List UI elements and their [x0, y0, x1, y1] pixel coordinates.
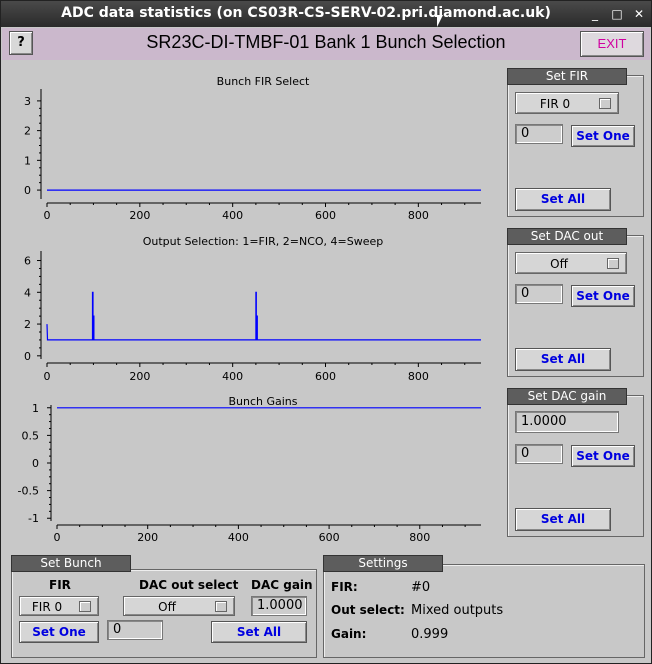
x-tick-label: 0 [54, 531, 61, 541]
set-bunch-fir-label: FIR [49, 578, 71, 592]
dac-out-set-all-button[interactable]: Set All [515, 348, 611, 371]
x-tick-label: 0 [44, 209, 51, 222]
bunch-dac-out-select-value: Off [158, 600, 176, 614]
dac-gain-entry[interactable]: 1.0000 [515, 411, 619, 433]
y-tick-label: -1 [28, 512, 39, 525]
menu-indicator-icon [607, 258, 619, 269]
dac-out-select-menu[interactable]: Off [515, 252, 627, 274]
bunch-set-one-button[interactable]: Set One [19, 621, 99, 643]
y-tick-label: 4 [24, 286, 31, 299]
plot-output-selection: Output Selection: 1=FIR, 2=NCO, 4=Sweep 0… [24, 235, 481, 383]
x-tick-label: 600 [319, 531, 340, 541]
bunch-number-entry[interactable]: 0 [107, 620, 163, 640]
y-tick-label: 1 [32, 402, 39, 415]
bunch-fir-select-menu[interactable]: FIR 0 [19, 596, 99, 616]
y-tick-label: 0 [24, 350, 31, 363]
y-tick-label: 3 [24, 95, 31, 108]
dac-gain-set-one-button[interactable]: Set One [571, 445, 635, 467]
x-tick-label: 600 [315, 209, 336, 222]
dac-out-select-value: Off [550, 257, 568, 271]
x-tick-label: 400 [222, 370, 243, 383]
plots-area: Bunch FIR Select01230 200 400 600 800 Output… [18, 75, 481, 541]
minimize-button[interactable]: _ [587, 6, 603, 22]
dac-out-bunch-entry[interactable]: 0 [515, 284, 563, 304]
x-tick-label: 800 [408, 370, 429, 383]
plot-title: Bunch Gains [228, 395, 297, 408]
settings-title: Settings [323, 555, 443, 572]
set-bunch-dac-out-label: DAC out select [139, 578, 239, 592]
dac-gain-set-all-button[interactable]: Set All [515, 508, 611, 531]
x-tick-label: 400 [222, 209, 243, 222]
maximize-button[interactable]: □ [609, 6, 625, 22]
bunch-dac-out-select-menu[interactable]: Off [123, 596, 235, 616]
dac-out-set-one-button[interactable]: Set One [571, 285, 635, 307]
bunch-set-all-button[interactable]: Set All [211, 621, 307, 643]
fir-bunch-entry[interactable]: 0 [515, 124, 563, 144]
exit-button[interactable]: EXIT [580, 31, 644, 57]
x-tick-label: 600 [315, 370, 336, 383]
plot-bunch-fir-select: Bunch FIR Select 0 1 2 3 0 200 400 600 800 [24, 75, 481, 222]
settings-fir-value: #0 [411, 580, 431, 595]
set-bunch-title: Set Bunch [11, 555, 131, 572]
set-bunch-dac-gain-label: DAC gain [251, 578, 313, 592]
y-tick-label: 6 [24, 255, 31, 268]
x-tick-label: 800 [408, 209, 429, 222]
menu-indicator-icon [79, 601, 91, 612]
bunch-dac-gain-entry[interactable]: 1.0000 [251, 596, 307, 616]
close-button[interactable]: ✕ [631, 6, 647, 22]
settings-gain-value: 0.999 [411, 627, 449, 642]
plot-title: Output Selection: 1=FIR, 2=NCO, 4=Sweep [143, 235, 384, 248]
y-tick-label: 0.5 [22, 429, 40, 442]
y-tick-label: 2 [24, 318, 31, 331]
set-dac-gain-title: Set DAC gain [507, 388, 627, 405]
y-tick-label: 0 [32, 457, 39, 470]
app-window: ADC data statistics (on CS03R-CS-SERV-02… [0, 0, 652, 664]
plot-title: Bunch FIR Select [217, 75, 310, 88]
y-tick-label: -0.5 [18, 485, 39, 498]
x-tick-label: 800 [409, 531, 430, 541]
set-fir-title: Set FIR [507, 68, 627, 85]
x-tick-label: 200 [129, 209, 150, 222]
menu-indicator-icon [599, 98, 611, 109]
plot-bunch-gains: Bunch Gains 1 0.5 0 -0.5 -1 0 200 400 600 800 [18, 395, 481, 541]
series-line [46, 291, 481, 341]
y-tick-label: 0 [24, 184, 31, 197]
settings-out-select-label: Out select: [331, 603, 405, 617]
settings-fir-label: FIR: [331, 580, 358, 594]
fir-select-value: FIR 0 [539, 97, 571, 111]
settings-out-select-value: Mixed outputs [411, 603, 504, 618]
x-tick-label: 200 [129, 370, 150, 383]
fir-select-menu[interactable]: FIR 0 [515, 92, 619, 114]
fir-set-all-button[interactable]: Set All [515, 188, 611, 211]
x-tick-label: 200 [137, 531, 158, 541]
bunch-fir-select-value: FIR 0 [31, 600, 63, 614]
dac-gain-bunch-entry[interactable]: 0 [515, 444, 563, 464]
x-tick-label: 0 [44, 370, 51, 383]
menu-indicator-icon [215, 601, 227, 612]
y-tick-label: 2 [24, 125, 31, 138]
settings-gain-label: Gain: [331, 627, 367, 641]
set-dac-out-title: Set DAC out [507, 228, 627, 245]
x-tick-label: 400 [228, 531, 249, 541]
y-tick-label: 1 [24, 154, 31, 167]
fir-set-one-button[interactable]: Set One [571, 125, 635, 147]
